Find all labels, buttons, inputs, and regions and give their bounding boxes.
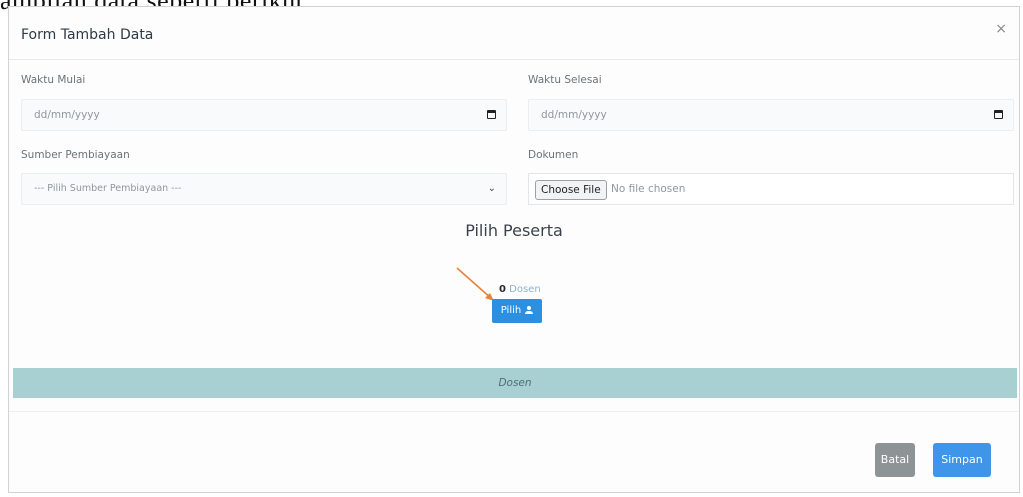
waktu-mulai-placeholder: dd/mm/yyyy	[34, 109, 100, 121]
sumber-pembiayaan-label: Sumber Pembiayaan	[21, 149, 130, 161]
waktu-selesai-label: Waktu Selesai	[528, 74, 602, 86]
waktu-selesai-input[interactable]: dd/mm/yyyy	[528, 99, 1014, 131]
table-header-dosen: Dosen	[498, 377, 532, 389]
calendar-icon[interactable]	[994, 110, 1003, 119]
form-modal: Form Tambah Data × Waktu Mulai dd/mm/yyy…	[8, 6, 1020, 493]
footer-divider	[9, 411, 1019, 412]
simpan-button[interactable]: Simpan	[933, 443, 991, 477]
dokumen-file-input[interactable]: Choose File No file chosen	[528, 173, 1014, 205]
batal-button[interactable]: Batal	[875, 443, 915, 477]
close-icon[interactable]: ×	[995, 21, 1007, 37]
sumber-pembiayaan-select[interactable]: --- Pilih Sumber Pembiayaan --- ⌄	[21, 173, 507, 205]
section-title: Pilih Peserta	[465, 221, 563, 240]
header-divider	[9, 59, 1019, 60]
peserta-count-number: 0	[499, 284, 506, 295]
waktu-mulai-label: Waktu Mulai	[21, 74, 86, 86]
pilih-button-label: Pilih	[500, 305, 522, 316]
sumber-pembiayaan-selected: --- Pilih Sumber Pembiayaan ---	[34, 183, 182, 194]
user-icon	[525, 306, 534, 314]
file-status: No file chosen	[611, 183, 686, 195]
modal-title: Form Tambah Data	[21, 27, 154, 43]
waktu-selesai-placeholder: dd/mm/yyyy	[541, 109, 607, 121]
dokumen-label: Dokumen	[528, 149, 579, 161]
pilih-button[interactable]: Pilih	[492, 299, 542, 323]
choose-file-button[interactable]: Choose File	[535, 180, 607, 200]
calendar-icon[interactable]	[487, 110, 496, 119]
peserta-count: 0 Dosen	[499, 284, 541, 295]
chevron-down-icon: ⌄	[487, 183, 496, 194]
table-header: Dosen	[13, 368, 1017, 398]
waktu-mulai-input[interactable]: dd/mm/yyyy	[21, 99, 507, 131]
peserta-count-unit: Dosen	[509, 284, 541, 295]
